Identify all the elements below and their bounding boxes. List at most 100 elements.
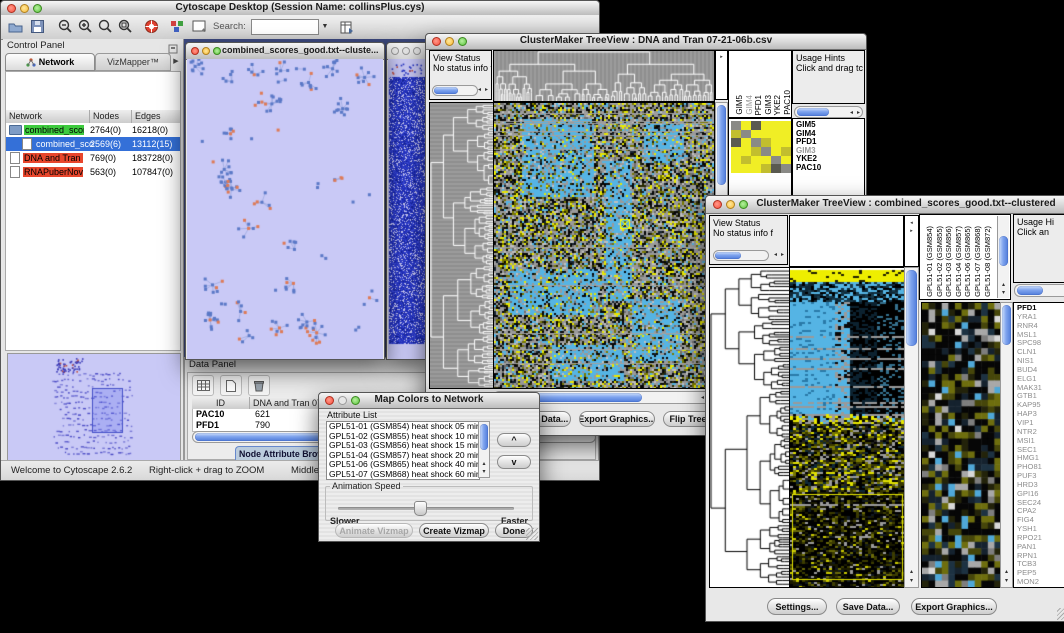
treeview-dna-titlebar[interactable]: ClusterMaker TreeView : DNA and Tran 07-… — [426, 34, 866, 50]
scrollbar-thumb[interactable] — [999, 236, 1008, 266]
scroll-left-icon[interactable]: ◂ — [774, 249, 777, 261]
gene-label[interactable]: PAC10 — [793, 164, 864, 173]
scroll-down-icon[interactable]: ▾ — [479, 469, 489, 475]
scrollbar-thumb[interactable] — [1017, 286, 1043, 295]
minimize-icon[interactable] — [402, 47, 410, 55]
network-view-canvas[interactable] — [187, 59, 383, 359]
treeview-combined-titlebar[interactable]: ClusterMaker TreeView : combined_scores_… — [706, 196, 1064, 214]
scrollbar-thumb[interactable] — [797, 108, 829, 116]
scroll-down-icon[interactable]: ▾ — [905, 578, 918, 584]
network-list-row[interactable]: combined_scores2764(0)16218(0) — [6, 123, 180, 137]
tab-network[interactable]: Network — [5, 53, 95, 71]
column-header-nodes[interactable]: Nodes — [90, 110, 132, 123]
row-dendrogram-canvas[interactable] — [429, 102, 494, 389]
slider-thumb[interactable] — [414, 501, 427, 516]
scroll-left-icon[interactable]: ◂ — [478, 84, 481, 96]
close-icon[interactable] — [191, 47, 199, 55]
scroll-up-icon[interactable]: ▴ — [905, 569, 918, 575]
chevron-down-icon[interactable]: ▼ — [319, 19, 331, 35]
help-lifering-icon[interactable] — [141, 17, 161, 36]
network-list-row[interactable]: DNA and Tran 07769(0)183728(0) — [6, 151, 180, 165]
annotation-icon[interactable] — [189, 17, 209, 36]
column-label[interactable]: PFD1 — [754, 95, 763, 115]
column-labels-vscrollbar[interactable]: ▴ ▾ — [997, 216, 1009, 298]
network-overview-canvas[interactable] — [7, 353, 181, 461]
zoom-window-icon[interactable] — [213, 47, 221, 55]
scrollbar-thumb[interactable] — [480, 424, 488, 450]
mini-heatmap[interactable] — [731, 121, 791, 173]
heatmap-canvas[interactable] — [493, 102, 715, 389]
attribute-list-vscrollbar[interactable]: ▴ ▾ — [478, 421, 490, 478]
row-dendrogram-canvas[interactable] — [709, 267, 790, 588]
tab-vizmapper[interactable]: VizMapper™ — [95, 53, 171, 71]
network-list-row[interactable]: RNAPuberNov2+563(0)107847(0) — [6, 165, 180, 179]
column-label[interactable]: PAC10 — [783, 90, 792, 115]
network-list-row[interactable]: combined_sco2569(6)13112(15) — [6, 137, 180, 151]
column-label[interactable]: YKE2 — [773, 95, 782, 115]
move-down-button[interactable]: v — [497, 455, 531, 469]
tab-overflow-button[interactable]: ▶ — [171, 55, 181, 69]
zoom-heatmap-canvas[interactable] — [921, 302, 1002, 588]
scroll-right-icon[interactable]: ▸ — [905, 228, 918, 234]
scroll-left-icon[interactable]: ◂ — [905, 220, 918, 226]
zoom-out-icon[interactable] — [55, 17, 75, 36]
heatmap-canvas[interactable] — [789, 267, 906, 588]
table-grid-icon[interactable] — [192, 375, 214, 396]
import-table-icon[interactable] — [337, 17, 357, 36]
delete-trash-icon[interactable] — [248, 375, 270, 396]
column-label[interactable]: GPL51-06 (GSM865) — [963, 226, 972, 297]
column-label[interactable]: GPL51-01 (GSM854) — [925, 226, 934, 297]
scrollbar-thumb[interactable] — [906, 270, 917, 346]
network1-titlebar[interactable]: combined_scores_good.txt--cluste... — [186, 43, 384, 60]
close-icon[interactable] — [713, 200, 722, 209]
settings-button[interactable]: Settings... — [767, 598, 827, 615]
heatmap-vscrollbar[interactable]: ▴ ▾ — [904, 267, 919, 588]
close-icon[interactable] — [391, 47, 399, 55]
new-document-icon[interactable] — [220, 375, 242, 396]
column-label[interactable]: GIM5 — [735, 95, 744, 115]
column-label[interactable]: GIM4 — [745, 95, 754, 115]
scroll-right-icon[interactable]: ▸ — [485, 84, 488, 96]
scrollbar-thumb[interactable] — [717, 105, 726, 185]
export-graphics-button[interactable]: Export Graphics... — [579, 411, 655, 427]
column-label[interactable]: GPL51-04 (GSM857) — [954, 226, 963, 297]
scroll-down-icon[interactable]: ▾ — [1001, 578, 1012, 584]
search-input[interactable] — [251, 19, 319, 35]
minimize-icon[interactable] — [202, 47, 210, 55]
column-label[interactable]: GPL51-08 (GSM872) — [983, 226, 992, 297]
scroll-right-icon[interactable]: ▸ — [781, 249, 784, 261]
scrollbar-thumb[interactable] — [1002, 305, 1011, 345]
network2-titlebar[interactable] — [387, 43, 429, 60]
scroll-down-icon[interactable]: ▾ — [998, 290, 1009, 296]
zoom-selected-icon[interactable] — [115, 17, 135, 36]
column-dendrogram-canvas[interactable] — [493, 50, 715, 102]
save-icon[interactable] — [27, 17, 47, 36]
scroll-up-icon[interactable]: ▴ — [1001, 569, 1012, 575]
export-graphics-button[interactable]: Export Graphics... — [911, 598, 997, 615]
usage-hints-hscrollbar[interactable] — [1014, 284, 1064, 297]
zoom-in-icon[interactable] — [75, 17, 95, 36]
save-data-button[interactable]: Save Data... — [836, 598, 900, 615]
resize-grip[interactable] — [526, 528, 538, 540]
move-up-button[interactable]: ^ — [497, 433, 531, 447]
zoom-fit-icon[interactable] — [95, 17, 115, 36]
scroll-right-icon[interactable]: ▸ — [716, 54, 727, 60]
open-file-icon[interactable] — [5, 17, 25, 36]
scrollbar-thumb[interactable] — [434, 87, 458, 94]
scrollbar-thumb[interactable] — [715, 252, 741, 259]
minimize-icon[interactable] — [726, 200, 735, 209]
scroll-up-icon[interactable]: ▴ — [479, 461, 489, 467]
scroll-left-icon[interactable]: ◂ — [701, 392, 704, 405]
dialog-titlebar[interactable]: Map Colors to Network — [319, 393, 539, 409]
zoom-window-icon[interactable] — [413, 47, 421, 55]
view-status-hscrollbar[interactable] — [713, 250, 769, 261]
network-view-canvas-2[interactable] — [388, 59, 428, 359]
scroll-up-icon[interactable]: ▴ — [998, 282, 1009, 288]
column-label[interactable]: GPL51-07 (GSM868) — [973, 226, 982, 297]
node-appearance-icon[interactable] — [167, 17, 187, 36]
column-label[interactable]: GPL51-02 (GSM855) — [935, 226, 944, 297]
zoom-vscrollbar[interactable]: ▴ ▾ — [1000, 302, 1013, 588]
view-status-hscrollbar[interactable] — [432, 85, 478, 96]
column-label[interactable]: GIM3 — [764, 95, 773, 115]
usage-hints-hscrollbar[interactable]: ◂ ▸ — [794, 106, 863, 118]
